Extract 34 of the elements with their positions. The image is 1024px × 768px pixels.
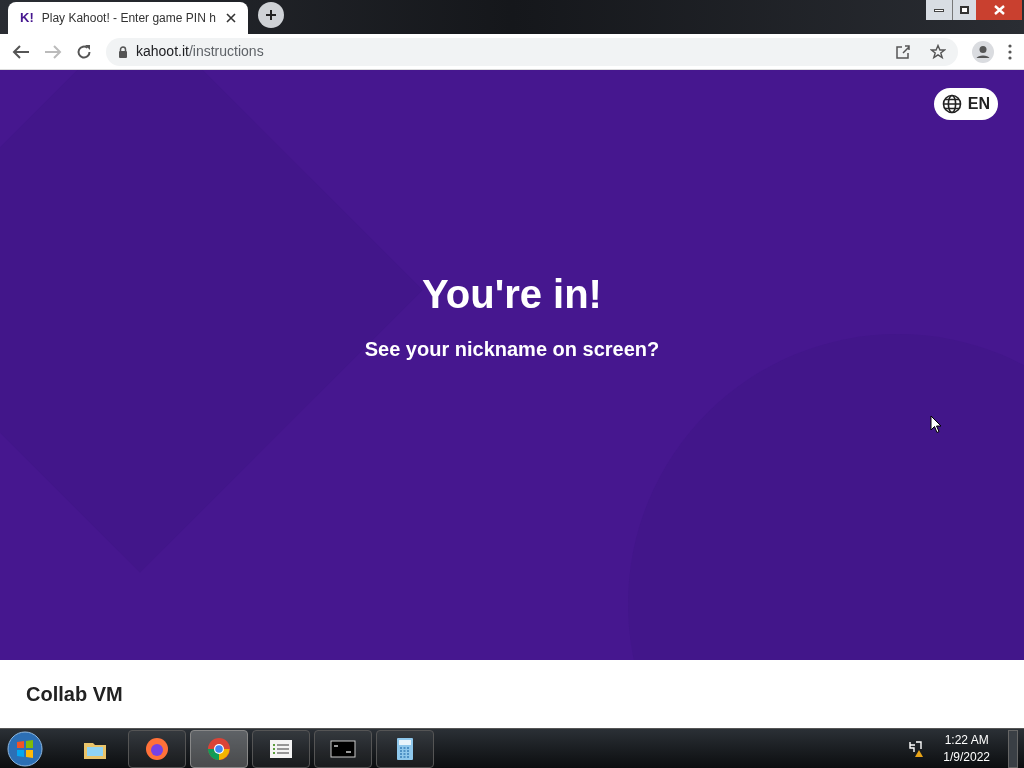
minimize-button[interactable] bbox=[926, 0, 952, 20]
restore-icon bbox=[960, 6, 969, 14]
new-tab-button[interactable] bbox=[258, 2, 284, 28]
browser-tab[interactable]: K! Play Kahoot! - Enter game PIN h bbox=[8, 2, 248, 34]
taskbar-app-button[interactable] bbox=[190, 729, 248, 768]
share-icon[interactable] bbox=[896, 44, 910, 59]
subheading: See your nickname on screen? bbox=[364, 337, 660, 362]
taskbar-app-button[interactable] bbox=[128, 729, 186, 768]
tab-title: Play Kahoot! - Enter game PIN h bbox=[41, 10, 217, 27]
star-icon[interactable] bbox=[930, 43, 946, 60]
close-icon bbox=[993, 5, 1005, 15]
clock[interactable]: 1:22 AM 1/9/2022 bbox=[943, 731, 990, 766]
globe-icon bbox=[941, 94, 962, 114]
tab-favicon: K! bbox=[20, 9, 34, 28]
minimize-icon bbox=[934, 8, 944, 12]
taskbar-app-button[interactable] bbox=[376, 729, 434, 768]
profile-avatar-icon[interactable] bbox=[972, 40, 994, 63]
back-arrow-icon[interactable] bbox=[12, 43, 30, 60]
taskbar-app-button[interactable] bbox=[252, 729, 310, 768]
footer-title: Collab VM bbox=[26, 682, 123, 707]
plus-icon bbox=[265, 9, 277, 21]
restore-button[interactable] bbox=[952, 0, 976, 20]
menu-icon[interactable] bbox=[1008, 43, 1012, 60]
close-window-button[interactable] bbox=[976, 0, 1022, 20]
address-bar[interactable]: kahoot.it/instructions bbox=[106, 37, 958, 66]
url-text: kahoot.it/instructions bbox=[136, 42, 265, 61]
close-icon[interactable] bbox=[226, 13, 236, 23]
mouse-cursor-icon bbox=[930, 415, 942, 434]
heading: You're in! bbox=[422, 271, 602, 318]
lock-icon bbox=[118, 45, 128, 58]
reload-icon[interactable] bbox=[76, 43, 92, 60]
start-button[interactable] bbox=[6, 729, 44, 768]
language-button[interactable]: EN bbox=[933, 88, 998, 120]
network-warning-icon[interactable] bbox=[907, 739, 926, 758]
